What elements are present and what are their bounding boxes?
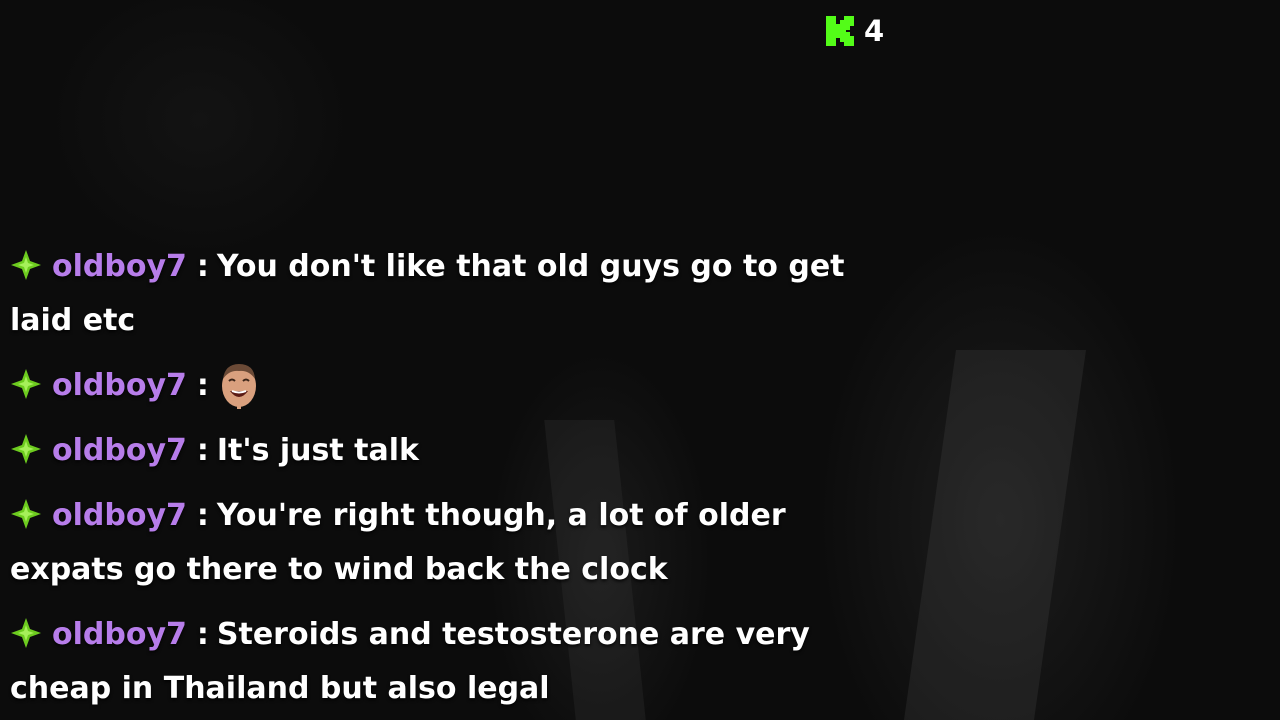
sparkle-badge-icon — [11, 618, 41, 648]
chat-username: oldboy7 — [52, 617, 187, 652]
chat-message: oldboy7: You're right though, a lot of ol… — [10, 489, 860, 597]
sparkle-badge-icon — [11, 434, 41, 464]
chat-username: oldboy7 — [52, 433, 187, 468]
chat-separator: : — [196, 498, 209, 533]
kick-icon — [826, 16, 854, 46]
chat-message: oldboy7: You don't like that old guys go … — [10, 240, 860, 348]
chat-message: oldboy7: It's just talk — [10, 424, 860, 478]
chat-username: oldboy7 — [52, 368, 187, 403]
laughing-face-emote — [221, 364, 256, 409]
chat-message: oldboy7: Steroids and testosterone are ve… — [10, 608, 860, 716]
chat-separator: : — [196, 433, 209, 468]
viewer-count-number: 4 — [864, 14, 885, 48]
chat-message: oldboy7: — [10, 359, 860, 413]
chat-separator: : — [196, 368, 209, 403]
sparkle-badge-icon — [11, 369, 41, 399]
viewer-count: 4 — [826, 14, 884, 48]
background-shape — [903, 350, 1086, 720]
chat-username: oldboy7 — [52, 498, 187, 533]
chat-overlay: oldboy7: You don't like that old guys go … — [10, 240, 860, 720]
chat-text: It's just talk — [216, 433, 419, 468]
chat-username: oldboy7 — [52, 249, 187, 284]
sparkle-badge-icon — [11, 499, 41, 529]
chat-separator: : — [196, 249, 209, 284]
chat-separator: : — [196, 617, 209, 652]
stream-overlay: 4 oldboy7: You don't like that old guys g… — [0, 0, 1280, 720]
sparkle-badge-icon — [11, 250, 41, 280]
